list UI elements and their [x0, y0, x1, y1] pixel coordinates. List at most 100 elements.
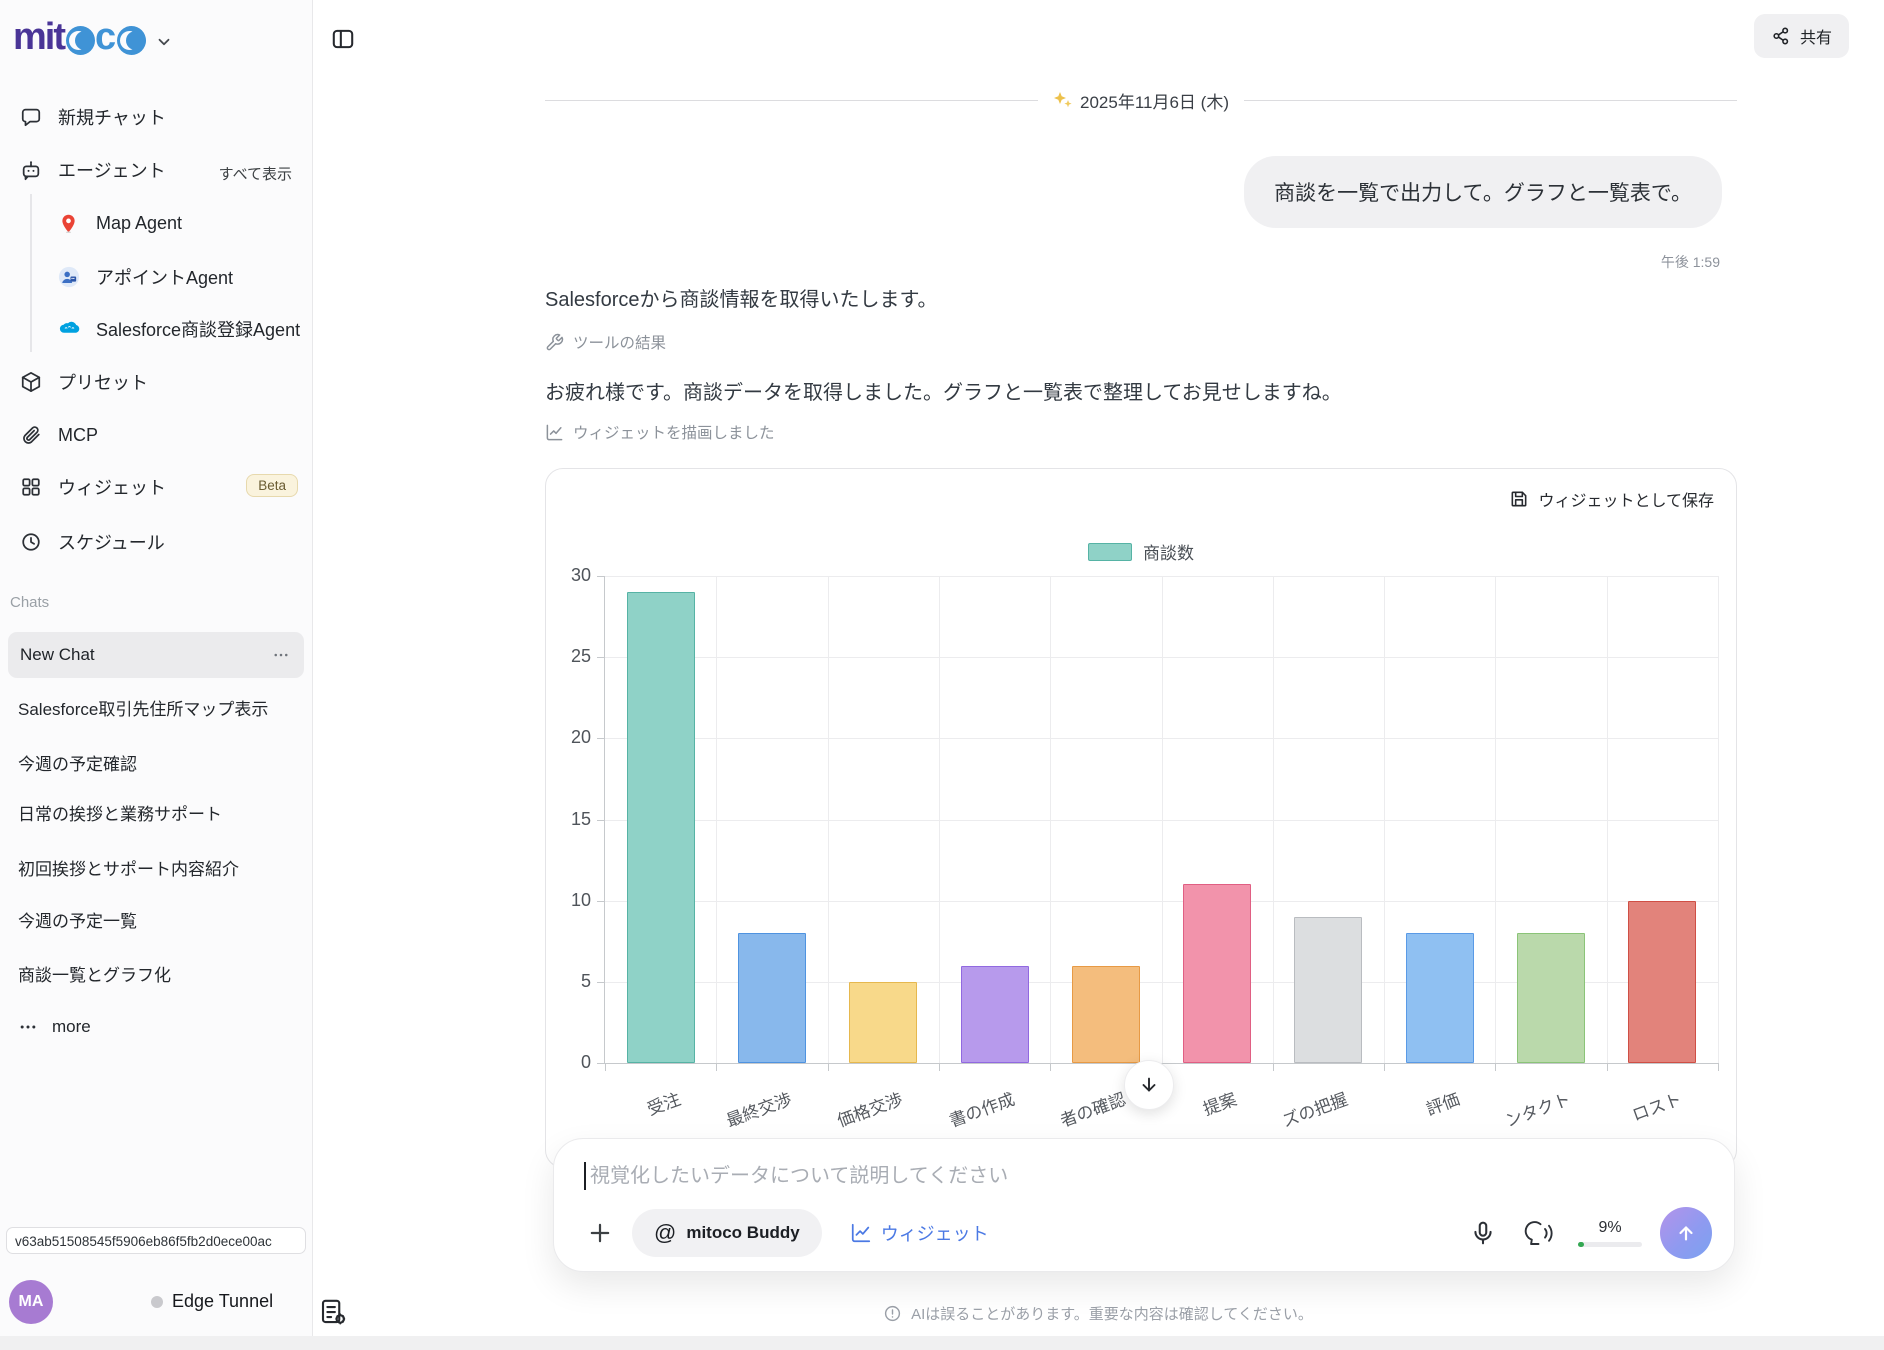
y-axis-tick: [597, 819, 605, 821]
buddy-mention-chip[interactable]: @ mitoco Buddy: [632, 1209, 822, 1257]
sidebar-item-salesforce-agent[interactable]: Salesforce商談登録Agent: [58, 307, 300, 351]
x-category-label: ズの把握: [1280, 1089, 1351, 1131]
v-gridline: [1384, 576, 1386, 1063]
sidebar-item-label: Map Agent: [96, 212, 183, 233]
bar[interactable]: [1183, 884, 1252, 1063]
ellipsis-icon[interactable]: [272, 646, 290, 664]
chat-list-item[interactable]: 初回挨拶とサポート内容紹介: [18, 845, 239, 889]
sparkles-icon: [1053, 90, 1073, 110]
bottom-edge-strip: [0, 1336, 1884, 1350]
document-settings-icon[interactable]: [318, 1297, 348, 1327]
save-icon: [1509, 489, 1529, 509]
tree-indent-guide: [30, 194, 32, 352]
x-category-label: 価格交渉: [835, 1089, 906, 1131]
sidebar-item-schedule[interactable]: スケジュール: [20, 520, 165, 564]
chat-list-item[interactable]: 今週の予定一覧: [18, 897, 137, 941]
microphone-icon[interactable]: [1470, 1220, 1496, 1246]
chat-list-item[interactable]: 商談一覧とグラフ化: [18, 951, 171, 995]
v-gridline: [716, 576, 718, 1063]
sidebar-item-label: 新規チャット: [58, 108, 166, 128]
share-button[interactable]: 共有: [1754, 14, 1850, 58]
disclaimer-text: AIは誤ることがあります。重要な内容は確認してください。: [911, 1306, 1313, 1323]
sidebar-toggle-icon[interactable]: [330, 26, 356, 52]
sidebar: mit c 新規チャット エージェント すべて表示 Map Agent アポイント…: [0, 0, 313, 1350]
sidebar-item-label: Salesforce商談登録Agent: [96, 320, 301, 340]
logo-moon-icon: [117, 26, 147, 55]
v-gridline: [1161, 576, 1163, 1063]
paperclip-icon: [20, 424, 42, 446]
chat-title: 初回挨拶とサポート内容紹介: [18, 859, 239, 879]
assistant-message: お疲れ様です。商談データを取得しました。グラフと一覧表で整理してお見せしますね。: [545, 382, 1342, 404]
chevron-down-icon[interactable]: [155, 33, 173, 51]
buddy-label: mitoco Buddy: [686, 1223, 800, 1242]
sidebar-item-label: MCP: [58, 424, 98, 445]
bar[interactable]: [1517, 933, 1586, 1063]
chat-list-item[interactable]: Salesforce取引先住所マップ表示: [18, 685, 268, 729]
x-axis-tick: [1272, 1063, 1274, 1071]
sidebar-item-new-chat[interactable]: 新規チャット: [20, 95, 166, 139]
avatar[interactable]: MA: [9, 1280, 53, 1324]
scroll-to-bottom-button[interactable]: [1124, 1060, 1174, 1110]
x-axis-tick: [1384, 1063, 1386, 1071]
y-axis-tick: [597, 1063, 605, 1064]
message-timestamp: 午後 1:59: [1660, 254, 1720, 270]
x-axis-tick: [1718, 1063, 1719, 1071]
wrench-icon: [545, 333, 564, 352]
add-attachment-button[interactable]: [586, 1219, 614, 1247]
tool-result-row[interactable]: ツールの結果: [545, 331, 666, 353]
app-logo[interactable]: mit c: [13, 16, 173, 59]
bar[interactable]: [737, 933, 806, 1063]
at-icon: @: [654, 1220, 677, 1245]
y-axis-tick: [597, 981, 605, 983]
bar[interactable]: [1628, 900, 1697, 1063]
send-button[interactable]: [1660, 1207, 1712, 1259]
y-tick-label: 10: [570, 889, 591, 910]
chart-line-icon: [545, 423, 564, 442]
bar[interactable]: [1294, 916, 1363, 1063]
show-all-link[interactable]: すべて表示: [219, 163, 292, 184]
v-gridline: [827, 576, 829, 1063]
chat-title: 日常の挨拶と業務サポート: [18, 804, 222, 824]
sidebar-item-label: スケジュール: [58, 533, 165, 553]
widget-drawn-row: ウィジェットを描画しました: [545, 421, 775, 443]
user-message-bubble: 商談を一覧で出力して。グラフと一覧表で。: [1244, 156, 1722, 228]
composer-input[interactable]: [588, 1163, 1694, 1189]
chat-title: New Chat: [20, 645, 95, 664]
bar[interactable]: [626, 592, 695, 1063]
chart-legend[interactable]: 商談数: [546, 539, 1736, 564]
sidebar-item-agents[interactable]: エージェント: [20, 148, 166, 192]
tool-result-label: ツールの結果: [573, 335, 667, 352]
session-token-field[interactable]: v63ab51508545f5906eb86f5fb2d0ece00ac: [6, 1227, 306, 1254]
status-dot: [151, 1296, 163, 1308]
chat-list-item-selected[interactable]: New Chat: [8, 632, 304, 678]
sidebar-item-mcp[interactable]: MCP: [20, 413, 98, 457]
chat-list-item[interactable]: 日常の挨拶と業務サポート: [18, 790, 222, 834]
x-axis-tick: [827, 1063, 829, 1071]
chats-more-button[interactable]: more: [18, 1005, 91, 1049]
sidebar-item-appointment-agent[interactable]: アポイントAgent: [58, 255, 233, 299]
more-label: more: [52, 1017, 91, 1036]
grid-icon: [20, 476, 42, 498]
sidebar-item-map-agent[interactable]: Map Agent: [58, 201, 182, 245]
bar[interactable]: [960, 965, 1029, 1063]
salesforce-cloud-icon: [58, 318, 80, 341]
v-gridline: [1495, 576, 1497, 1063]
y-tick-label: 15: [570, 808, 591, 829]
logo-text-c: c: [95, 16, 117, 58]
x-axis-tick: [1606, 1063, 1608, 1071]
voice-chat-icon[interactable]: [1522, 1220, 1554, 1247]
sidebar-item-presets[interactable]: プリセット: [20, 360, 148, 404]
chats-section-label: Chats: [10, 594, 50, 611]
bar[interactable]: [1405, 933, 1474, 1063]
warning-circle-icon: [883, 1304, 902, 1323]
chat-title: 今週の予定一覧: [18, 911, 137, 931]
save-widget-button[interactable]: ウィジェットとして保存: [1509, 487, 1714, 511]
legend-swatch: [1088, 542, 1132, 561]
bar[interactable]: [1071, 965, 1140, 1063]
x-axis-tick: [605, 1063, 606, 1071]
sidebar-item-widgets[interactable]: ウィジェット: [20, 465, 166, 509]
bar[interactable]: [849, 981, 918, 1063]
v-gridline: [1718, 576, 1719, 1063]
chat-list-item[interactable]: 今週の予定確認: [18, 740, 137, 784]
widget-mode-button[interactable]: ウィジェット: [850, 1220, 989, 1246]
